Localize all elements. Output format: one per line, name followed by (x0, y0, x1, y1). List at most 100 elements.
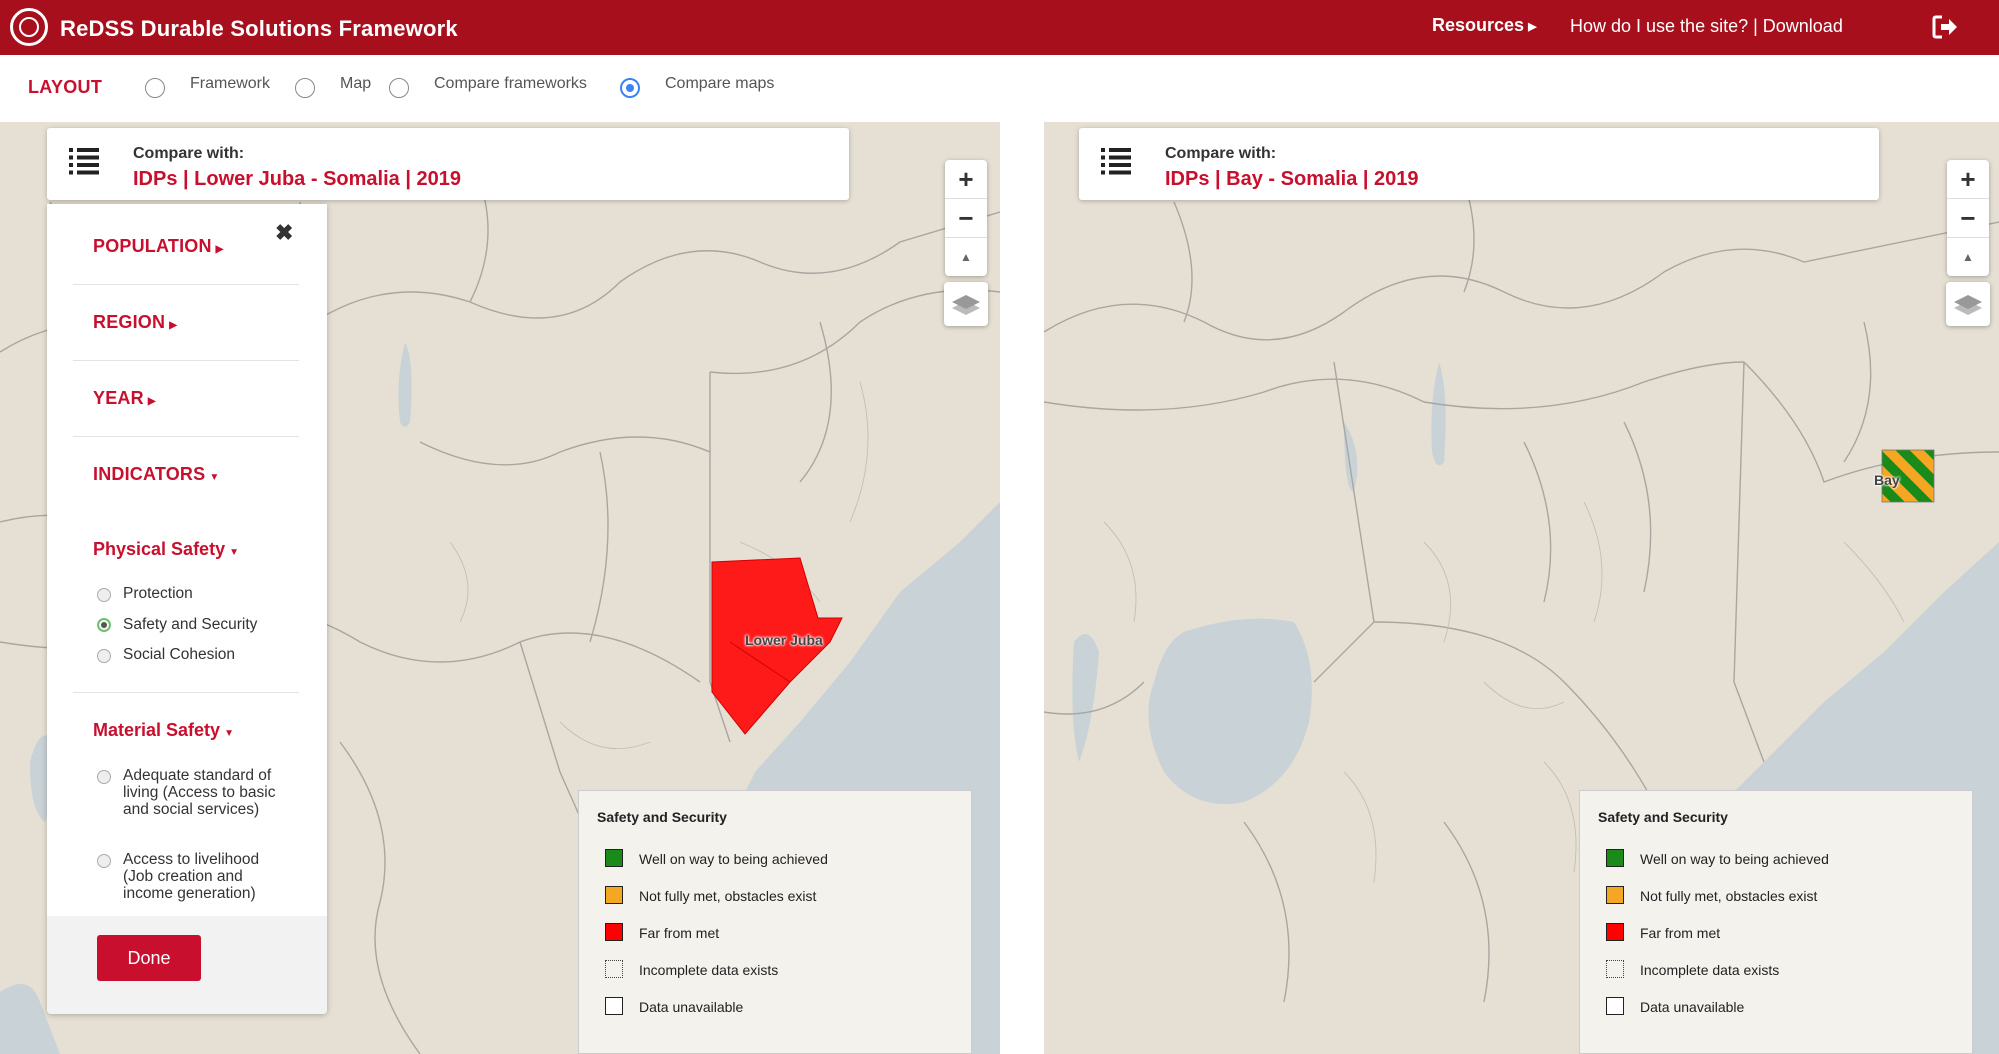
zoom-in-button[interactable]: + (1947, 160, 1989, 199)
legend-label: Data unavailable (639, 999, 744, 1015)
radio-protection[interactable] (97, 588, 111, 602)
option-protection[interactable]: Protection (123, 585, 193, 602)
material-safety-label: Material Safety (93, 720, 221, 740)
layout-radio-compare-maps[interactable] (620, 78, 640, 98)
layout-option-compare-frameworks[interactable]: Compare frameworks (434, 75, 587, 93)
zoom-control-right: + − ▲ (1947, 160, 1989, 276)
zoom-control-left: + − ▲ (945, 160, 987, 276)
legend-swatch-orange (605, 886, 623, 904)
layout-option-compare-maps[interactable]: Compare maps (665, 75, 774, 93)
caret-down-icon: ▼ (224, 728, 234, 739)
legend-label: Far from met (639, 925, 720, 941)
compare-with-label: Compare with: (133, 145, 245, 162)
population-menu[interactable]: POPULATION ▶ (93, 236, 224, 257)
option-safety-and-security[interactable]: Safety and Security (123, 616, 257, 633)
map-divider (1000, 122, 1044, 1054)
compare-with-label: Compare with: (1165, 145, 1277, 162)
physical-safety-label: Physical Safety (93, 539, 226, 559)
layers-icon (1954, 295, 1982, 315)
layers-button-right[interactable] (1946, 282, 1990, 326)
top-bar: ReDSS Durable Solutions Framework Resour… (0, 0, 1999, 55)
legend-title: Safety and Security (597, 809, 727, 825)
caret-right-icon: ▶ (169, 320, 178, 331)
legend-label: Not fully met, obstacles exist (1640, 888, 1818, 904)
legend-left: Safety and Security Well on way to being… (578, 790, 972, 1054)
list-icon[interactable] (1101, 146, 1131, 176)
region-label-bay[interactable]: Bay (1874, 472, 1900, 488)
divider (73, 360, 299, 361)
layout-radio-map[interactable] (295, 78, 315, 98)
compass-reset-icon[interactable]: ▲ (945, 238, 987, 276)
legend-label: Well on way to being achieved (639, 851, 828, 867)
radio-access-to-livelihood[interactable] (97, 854, 111, 868)
caret-right-icon: ▶ (147, 396, 156, 407)
layout-label: LAYOUT (28, 77, 103, 97)
resources-label: Resources (1432, 15, 1525, 35)
logout-icon[interactable] (1931, 14, 1959, 40)
year-menu[interactable]: YEAR ▶ (93, 388, 156, 409)
compare-with-value[interactable]: IDPs | Bay - Somalia | 2019 (1165, 168, 1419, 191)
indicators-menu[interactable]: INDICATORS ▼ (93, 464, 219, 485)
legend-label: Not fully met, obstacles exist (639, 888, 817, 904)
sidebar-footer: Done (47, 916, 327, 1014)
caret-right-icon: ▶ (1528, 21, 1537, 33)
divider (73, 692, 299, 693)
radio-adequate-standard-of-living[interactable] (97, 770, 111, 784)
resources-menu[interactable]: Resources ▶ (1432, 15, 1537, 36)
radio-safety-and-security[interactable] (97, 618, 111, 632)
layout-option-map[interactable]: Map (340, 75, 371, 93)
compass-reset-icon[interactable]: ▲ (1947, 238, 1989, 276)
compare-with-box-left[interactable]: Compare with: IDPs | Lower Juba - Somali… (47, 128, 849, 200)
compare-with-value[interactable]: IDPs | Lower Juba - Somalia | 2019 (133, 168, 461, 191)
done-button[interactable]: Done (97, 935, 201, 981)
caret-right-icon: ▶ (215, 244, 224, 255)
region-label-lower-juba[interactable]: Lower Juba (745, 632, 823, 648)
redss-logo-icon[interactable] (10, 8, 48, 46)
filter-sidebar: ✖ POPULATION ▶ REGION ▶ YEAR ▶ INDICATORS ▼ … (47, 204, 327, 1014)
divider (73, 436, 299, 437)
legend-swatch-red (1606, 923, 1624, 941)
legend-swatch-orange (1606, 886, 1624, 904)
region-menu[interactable]: REGION ▶ (93, 312, 177, 333)
population-label: POPULATION (93, 236, 212, 256)
legend-title: Safety and Security (1598, 809, 1728, 825)
app-title[interactable]: ReDSS Durable Solutions Framework (60, 16, 458, 42)
radio-social-cohesion[interactable] (97, 649, 111, 663)
legend-label: Far from met (1640, 925, 1721, 941)
layout-radio-framework[interactable] (145, 78, 165, 98)
divider (73, 284, 299, 285)
zoom-out-button[interactable]: − (1947, 199, 1989, 238)
compare-with-box-right[interactable]: Compare with: IDPs | Bay - Somalia | 201… (1079, 128, 1879, 200)
legend-swatch-white (605, 997, 623, 1015)
legend-label: Well on way to being achieved (1640, 851, 1829, 867)
legend-right: Safety and Security Well on way to being… (1579, 790, 1973, 1054)
legend-label: Data unavailable (1640, 999, 1745, 1015)
caret-down-icon: ▼ (209, 472, 220, 483)
layout-option-framework[interactable]: Framework (190, 75, 270, 93)
legend-swatch-dotted (605, 960, 623, 978)
physical-safety-menu[interactable]: Physical Safety ▼ (93, 539, 239, 560)
right-map[interactable]: Bay Compare with: IDPs | Bay - Somalia |… (1044, 122, 1999, 1054)
legend-label: Incomplete data exists (1640, 962, 1780, 978)
legend-label: Incomplete data exists (639, 962, 779, 978)
layout-radio-compare-frameworks[interactable] (389, 78, 409, 98)
caret-down-icon: ▼ (229, 547, 239, 558)
legend-swatch-green (605, 849, 623, 867)
indicators-label: INDICATORS (93, 464, 206, 484)
material-safety-menu[interactable]: Material Safety ▼ (93, 720, 234, 741)
layers-button-left[interactable] (944, 282, 988, 326)
region-label: REGION (93, 312, 166, 332)
option-access-to-livelihood[interactable]: Access to livelihood (Job creation and i… (123, 851, 293, 902)
close-icon[interactable]: ✖ (275, 220, 293, 246)
legend-swatch-white (1606, 997, 1624, 1015)
legend-swatch-dotted (1606, 960, 1624, 978)
legend-swatch-green (1606, 849, 1624, 867)
list-icon[interactable] (69, 146, 99, 176)
option-social-cohesion[interactable]: Social Cohesion (123, 646, 235, 663)
zoom-in-button[interactable]: + (945, 160, 987, 199)
help-download-links[interactable]: How do I use the site? | Download (1570, 16, 1843, 37)
layers-icon (952, 295, 980, 315)
year-label: YEAR (93, 388, 144, 408)
zoom-out-button[interactable]: − (945, 199, 987, 238)
option-adequate-standard-of-living[interactable]: Adequate standard of living (Access to b… (123, 767, 293, 818)
